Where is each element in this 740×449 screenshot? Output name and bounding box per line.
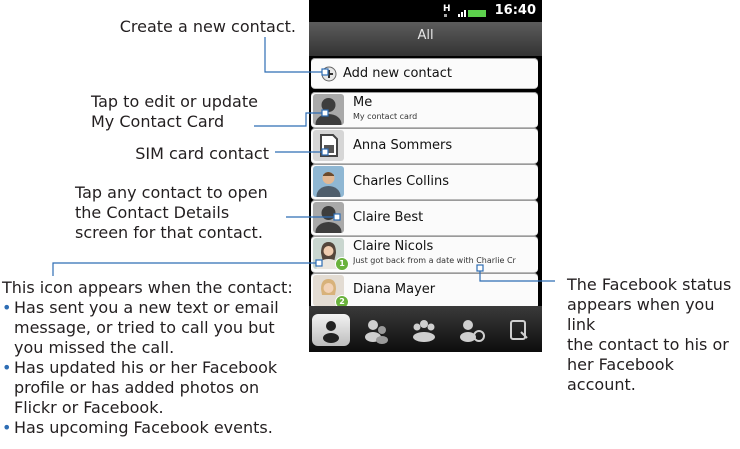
callout-leader-lines bbox=[52, 37, 555, 282]
